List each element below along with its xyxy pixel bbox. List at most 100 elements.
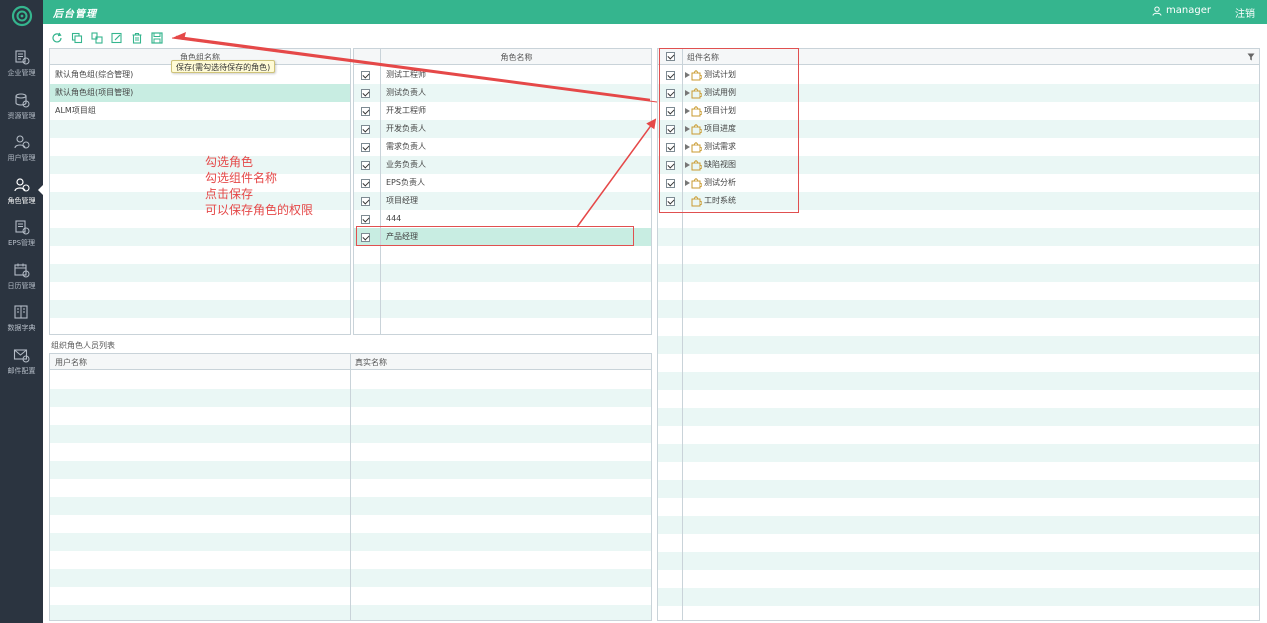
role-row[interactable]: 需求负责人 [354,138,651,156]
arrow-head-save [172,32,186,40]
role-checkbox[interactable] [361,125,370,134]
users-icon [14,135,30,149]
delete-icon [132,32,142,44]
sidebar: 企业管理资源管理用户管理角色管理 EPS管理 日历管理数据字典邮件配置 [0,0,43,623]
role-checkbox[interactable] [361,179,370,188]
role-row[interactable]: 测试负责人 [354,84,651,102]
empty-row [658,606,1259,620]
filter-icon[interactable] [1247,53,1255,61]
current-user[interactable]: manager [1152,5,1211,16]
empty-row [658,570,1259,588]
role-name: 开发工程师 [386,106,426,115]
active-indicator [38,184,43,195]
empty-row [354,264,651,282]
empty-row [50,300,350,318]
sidebar-item-label: 邮件配置 [7,366,36,375]
empty-row [658,228,1259,246]
refresh-button[interactable] [50,31,64,45]
empty-row [658,372,1259,390]
role-header-label: 角色名称 [500,53,533,62]
role-checkbox[interactable] [361,89,370,98]
refresh-icon [52,32,62,43]
role-name: 业务负责人 [386,160,426,169]
empty-row [658,462,1259,480]
empty-row [658,480,1259,498]
eps-icon [15,220,30,235]
empty-row [658,336,1259,354]
sidebar-item-role[interactable]: 角色管理 [0,171,43,213]
role-column-divider [380,49,381,334]
empty-row [658,282,1259,300]
role-checkbox[interactable] [361,197,370,206]
sidebar-item-label: 用户管理 [7,154,36,162]
empty-row [354,318,651,334]
role-row[interactable]: 项目经理 [354,192,651,210]
empty-row [658,354,1259,372]
role-checkbox[interactable] [361,143,370,152]
role-name: 测试工程师 [386,70,426,79]
sidebar-item-dictionary[interactable]: 数据字典 [0,298,43,340]
role-group-row[interactable]: 默认角色组(项目管理) [50,84,350,102]
role-group-name: 默认角色组(项目管理) [55,88,134,97]
role-name: 项目经理 [386,196,418,205]
sidebar-item-resource[interactable]: 资源管理 [0,86,43,128]
role-row[interactable]: EPS负责人 [354,174,651,192]
empty-row [658,408,1259,426]
empty-row [658,516,1259,534]
role-name: 测试负责人 [386,88,426,97]
role-name: 需求负责人 [386,142,426,151]
sidebar-item-enterprise[interactable]: 企业管理 [0,43,43,85]
empty-row [658,444,1259,462]
empty-row [658,246,1259,264]
top-header: 后台管理 manager 注销 [43,0,1267,24]
role-row[interactable]: 测试工程师 [354,66,651,84]
sidebar-item-mail[interactable]: 邮件配置 [0,341,43,383]
copy-button[interactable] [70,31,84,45]
delete-button[interactable] [130,31,144,45]
sidebar-item-label: 角色管理 [7,196,36,205]
sidebar-item-calendar[interactable]: 日历管理 [0,256,43,298]
app-logo[interactable] [0,0,43,32]
sidebar-item-label: 数据字典 [7,324,36,332]
empty-row [658,552,1259,570]
role-checkbox[interactable] [361,107,370,116]
role-row[interactable]: 开发负责人 [354,120,651,138]
role-name: EPS负责人 [386,178,425,187]
empty-row [658,264,1259,282]
paste-button[interactable] [90,31,104,45]
sidebar-item-users[interactable]: 用户管理 [0,128,43,170]
member-col-username: 用户名称 [55,358,87,367]
dictionary-icon [14,305,28,319]
role-grid: 角色名称 测试工程师测试负责人开发工程师开发负责人需求负责人业务负责人 EPS负责… [353,48,652,335]
empty-row [50,120,350,138]
member-col-realname: 真实名称 [355,358,387,367]
sidebar-item-label: 资源管理 [7,111,36,120]
resource-icon [15,92,30,107]
member-column-divider [350,354,351,620]
annotation-line: 勾选角色 [205,155,254,169]
empty-row [50,318,350,334]
role-checkbox[interactable] [361,161,370,170]
role-row[interactable]: 业务负责人 [354,156,651,174]
empty-row [354,246,651,264]
annotation-box-components [659,48,799,213]
calendar-icon [14,263,30,277]
role-row[interactable]: 开发工程师 [354,102,651,120]
empty-row [354,300,651,318]
sidebar-item-eps[interactable]: EPS管理 [0,213,43,255]
save-button[interactable] [150,31,164,45]
toolbar [50,31,164,45]
edit-button[interactable] [110,31,124,45]
empty-row [658,498,1259,516]
user-name: manager [1166,5,1211,16]
sidebar-item-label: 企业管理 [7,69,36,77]
logo-icon [11,5,32,27]
role-checkbox[interactable] [361,215,370,224]
logout-link[interactable]: 注销 [1235,5,1255,20]
mail-icon [13,348,30,362]
role-checkbox[interactable] [361,71,370,80]
role-group-row[interactable]: ALM项目组 [50,102,350,120]
empty-row [658,300,1259,318]
empty-row [50,264,350,282]
empty-row [658,534,1259,552]
